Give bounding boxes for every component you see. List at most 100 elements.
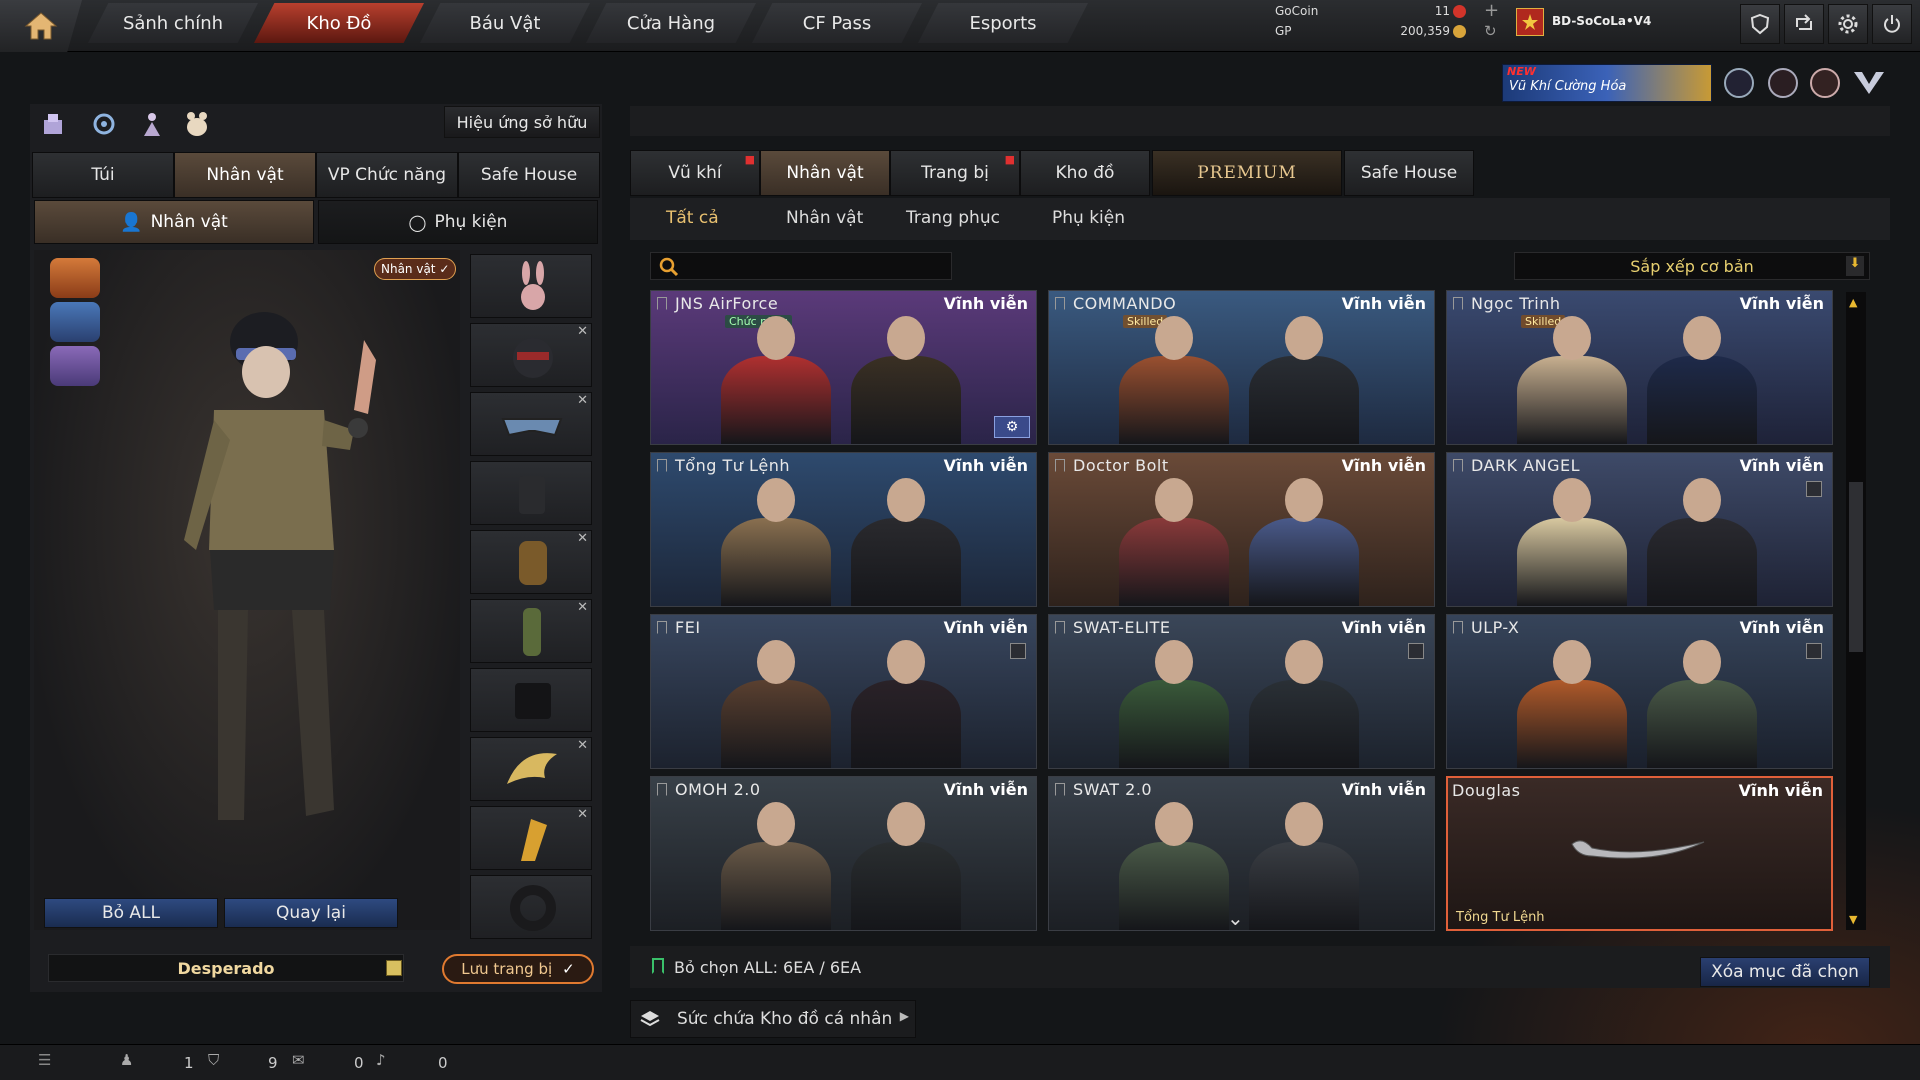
event-emblem-2-icon[interactable] [1768,68,1798,98]
item-card[interactable]: Ngọc Trinh Vĩnh viễn Skilled [1446,290,1833,445]
ownership-effect-button[interactable]: Hiệu ứng sở hữu [444,106,600,138]
item-card[interactable]: Tổng Tư Lệnh Vĩnh viễn [650,452,1037,607]
nav-tab-esports[interactable]: Esports [918,3,1088,43]
event-emblem-1-icon[interactable] [1724,68,1754,98]
sort-dropdown[interactable]: Sắp xếp cơ bản [1514,252,1870,280]
bookmark-icon[interactable] [1453,459,1463,472]
item-card[interactable]: Douglas Vĩnh viễn Tổng Tư Lệnh [1446,776,1833,931]
delete-selected-button[interactable]: Xóa mục đã chọn [1700,957,1870,987]
right-tab-weapons[interactable]: Vũ khí ■ [630,150,760,196]
player-name[interactable]: BD-SoCoLa•V4 [1552,14,1651,28]
right-tab-storage[interactable]: Kho đồ [1020,150,1150,196]
filter-accessories[interactable]: Phụ kiện [1052,208,1125,228]
item-card[interactable]: SWAT 2.0 Vĩnh viễn ⌄ [1048,776,1435,931]
left-tab-bag[interactable]: Túi [32,152,174,198]
bookmark-icon[interactable] [1453,621,1463,634]
save-equipment-button[interactable]: Lưu trang bị ✓ [442,954,594,984]
equip-slot-dragon-charm[interactable]: ✕ [470,737,592,801]
equip-slot-ring[interactable] [470,875,592,939]
bookmark-icon[interactable] [1055,783,1065,796]
remove-icon[interactable]: ✕ [577,531,588,546]
remove-all-button[interactable]: Bỏ ALL [44,898,218,928]
gear-icon[interactable]: ⚙ [994,416,1030,438]
character-category-icon[interactable] [50,258,100,298]
expand-arrow-icon[interactable]: ▶ [900,1009,909,1023]
nav-tab-lobby[interactable]: Sảnh chính [88,3,258,43]
lock-icon[interactable] [1806,481,1822,497]
scroll-up-icon[interactable]: ▲ [1849,296,1857,309]
nav-tab-inventory[interactable]: Kho Đồ [254,3,424,43]
remove-icon[interactable]: ✕ [577,393,588,408]
friends-icon[interactable]: ♟ [120,1051,133,1069]
item-card[interactable]: FEI Vĩnh viễn [650,614,1037,769]
add-coin-icon[interactable]: + [1484,0,1499,21]
filter-all[interactable]: Tất cả [666,208,719,228]
bookmark-icon[interactable] [657,459,667,472]
equip-slot-pants[interactable] [470,668,592,732]
equip-slot-backpack[interactable]: ✕ [470,530,592,594]
right-tab-character[interactable]: Nhân vật [760,150,890,196]
refresh-icon[interactable]: ↻ [1484,22,1497,40]
filter-character[interactable]: Nhân vật [786,208,863,228]
bookmark-icon[interactable] [1055,459,1065,472]
lock-icon[interactable] [1408,643,1424,659]
wings-emblem-icon[interactable] [1852,68,1886,98]
item-card[interactable]: JNS AirForce Vĩnh viễn Chức năng ⚙ [650,290,1037,445]
bookmark-icon[interactable] [1055,621,1065,634]
capacity-bar[interactable]: Sức chứa Kho đồ cá nhân ▶ [630,1000,916,1038]
deselect-all-label[interactable]: Bỏ chọn ALL: 6EA / 6EA [674,958,861,977]
promo-banner[interactable]: NEW Vũ Khí Cường Hóa [1502,64,1712,102]
lock-icon[interactable] [1806,643,1822,659]
bookmark-icon[interactable] [1453,297,1463,310]
item-card[interactable]: OMOH 2.0 Vĩnh viễn [650,776,1037,931]
left-subtab-accessories[interactable]: ◯ Phụ kiện [318,200,598,244]
costume-category-icon[interactable] [50,302,100,342]
item-card[interactable]: DARK ANGEL Vĩnh viễn [1446,452,1833,607]
bookmark-icon[interactable] [1055,297,1065,310]
equip-slot-pet[interactable] [470,254,592,318]
filter-costume[interactable]: Trang phục [906,208,1000,228]
chevron-down-icon[interactable]: ⌄ [1227,906,1244,930]
bookmark-icon[interactable] [652,958,664,974]
remove-icon[interactable]: ✕ [577,807,588,822]
sort-arrow-icon[interactable]: ⬇ [1846,256,1864,276]
pose-icon[interactable] [138,110,166,138]
item-card[interactable]: SWAT-ELITE Vĩnh viễn [1048,614,1435,769]
right-tab-safe-house[interactable]: Safe House [1344,150,1474,196]
clan-shield-icon[interactable]: ⛉ [208,1051,219,1069]
preset-name-field[interactable]: Desperado [48,954,404,982]
nav-tab-treasure[interactable]: Báu Vật [420,3,590,43]
chat-icon[interactable]: ✉ [292,1051,305,1069]
item-card[interactable]: ULP-X Vĩnh viễn [1446,614,1833,769]
nav-tab-shop[interactable]: Cửa Hàng [586,3,756,43]
equip-slot-holster[interactable]: ✕ [470,599,592,663]
item-card[interactable]: COMMANDO Vĩnh viễn Skilled [1048,290,1435,445]
right-tab-equipment[interactable]: Trang bị ■ [890,150,1020,196]
nav-tab-cf-pass[interactable]: CF Pass [752,3,922,43]
menu-list-icon[interactable]: ☰ [38,1051,51,1069]
pet-icon[interactable] [182,110,212,138]
left-tab-safe-house[interactable]: Safe House [458,152,600,198]
equip-slot-gold-claw[interactable]: ✕ [470,806,592,870]
left-tab-character[interactable]: Nhân vật [174,152,316,198]
rotate-view-icon[interactable] [90,110,118,138]
speaker-icon[interactable]: ♪ [376,1051,386,1069]
search-input[interactable] [685,255,945,277]
settings-gear-icon[interactable] [1828,4,1868,44]
lock-icon[interactable] [1010,643,1026,659]
item-card[interactable]: Doctor Bolt Vĩnh viễn [1048,452,1435,607]
remove-icon[interactable]: ✕ [577,738,588,753]
home-button[interactable] [0,0,82,52]
scroll-thumb[interactable] [1849,482,1863,652]
left-tab-vp-function[interactable]: VP Chức năng [316,152,458,198]
bookmark-icon[interactable] [657,783,667,796]
grid-scrollbar[interactable]: ▲ ▼ [1846,292,1866,930]
back-button[interactable]: Quay lại [224,898,398,928]
equip-slot-vest[interactable] [470,461,592,525]
scroll-down-icon[interactable]: ▼ [1849,913,1857,926]
clan-icon[interactable] [1740,4,1780,44]
right-tab-premium[interactable]: PREMIUM [1152,150,1342,196]
wings-category-icon[interactable] [50,346,100,386]
remove-icon[interactable]: ✕ [577,324,588,339]
equip-slot-helmet[interactable]: ✕ [470,323,592,387]
